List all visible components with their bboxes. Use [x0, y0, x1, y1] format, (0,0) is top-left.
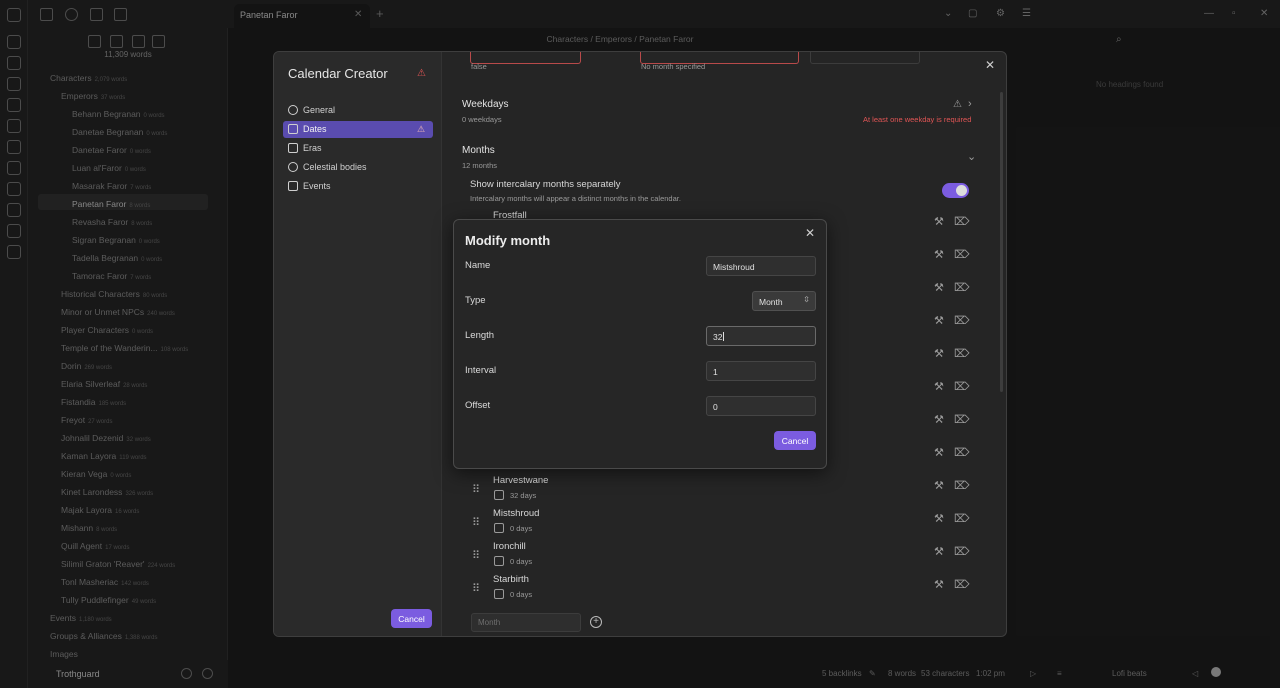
close-icon[interactable]: ✕ [805, 226, 815, 240]
length-input[interactable]: 32 [706, 326, 816, 346]
name-label: Name [465, 260, 491, 271]
calendar-icon [494, 490, 504, 500]
drag-handle-icon[interactable]: ⠿ [472, 582, 480, 595]
month-name: Mistshroud [493, 508, 540, 519]
text-caret [723, 332, 725, 341]
month-days: 32 days [510, 491, 537, 500]
month-name: Ironchill [493, 541, 526, 552]
wrench-icon[interactable]: ⚒ [934, 215, 944, 228]
type-select-value: Month [759, 297, 783, 307]
trash-icon[interactable]: ⌦ [954, 578, 970, 591]
nav-events[interactable]: Events [283, 178, 433, 195]
intercalary-toggle[interactable] [942, 183, 969, 198]
length-label: Length [465, 330, 495, 341]
calendar-events-icon [288, 181, 298, 191]
close-icon[interactable]: ✕ [985, 58, 995, 72]
type-select[interactable]: Month ⇳ [752, 291, 816, 311]
month-days: 0 days [510, 524, 533, 533]
months-title: Months [462, 145, 495, 156]
weekdays-count: 0 weekdays [462, 115, 502, 124]
nav-label: Dates [303, 124, 327, 134]
trash-icon[interactable]: ⌦ [954, 215, 970, 228]
new-month-input[interactable]: Month [471, 613, 581, 632]
wrench-icon[interactable]: ⚒ [934, 479, 944, 492]
trash-icon[interactable]: ⌦ [954, 512, 970, 525]
calendar-icon [494, 523, 504, 533]
calendar-icon [494, 556, 504, 566]
scrollbar[interactable] [1000, 92, 1003, 392]
modal-title: Calendar Creator [288, 66, 388, 81]
add-month-icon[interactable]: + [590, 616, 602, 628]
chevron-down-icon[interactable]: ⌄ [967, 150, 976, 163]
trash-icon[interactable]: ⌦ [954, 281, 970, 294]
type-label: Type [465, 295, 486, 306]
trash-icon[interactable]: ⌦ [954, 479, 970, 492]
drag-handle-icon[interactable]: ⠿ [472, 516, 480, 529]
wrench-icon[interactable]: ⚒ [934, 545, 944, 558]
drag-handle-icon[interactable]: ⠿ [472, 549, 480, 562]
trash-icon[interactable]: ⌦ [954, 446, 970, 459]
weekdays-title: Weekdays [462, 99, 509, 110]
moon-icon [288, 162, 298, 172]
weekday-warning: At least one weekday is required [863, 115, 972, 124]
name-input[interactable]: Mistshroud [706, 256, 816, 276]
calendar-creator-nav-pane: Calendar Creator ⚠ General Dates ⚠ Eras … [274, 52, 442, 636]
calendar-icon [288, 124, 298, 134]
nav-label: Eras [303, 143, 322, 153]
warning-icon: ⚠ [953, 99, 962, 110]
trash-icon[interactable]: ⌦ [954, 413, 970, 426]
top-field-right-value: No month specified [641, 62, 706, 71]
trash-icon[interactable]: ⌦ [954, 380, 970, 393]
nav-celestial-bodies[interactable]: Celestial bodies [283, 159, 433, 176]
intercalary-label: Show intercalary months separately [470, 179, 621, 190]
modify-month-dialog: Modify month ✕ Name Mistshroud Type Mont… [453, 219, 827, 469]
trash-icon[interactable]: ⌦ [954, 545, 970, 558]
offset-label: Offset [465, 400, 491, 411]
nav-dates[interactable]: Dates ⚠ [283, 121, 433, 138]
calendar-icon [494, 589, 504, 599]
info-icon [288, 105, 298, 115]
nav-label: General [303, 105, 336, 115]
intercalary-description: Intercalary months will appear a distinc… [470, 194, 681, 203]
cancel-button[interactable]: Cancel [774, 431, 816, 450]
wrench-icon[interactable]: ⚒ [934, 281, 944, 294]
offset-input[interactable]: 0 [706, 396, 816, 416]
nav-general[interactable]: General [283, 102, 433, 119]
wrench-icon[interactable]: ⚒ [934, 314, 944, 327]
length-value: 32 [713, 332, 723, 342]
top-field-third[interactable] [810, 52, 920, 64]
nav-label: Celestial bodies [303, 162, 367, 172]
wrench-icon[interactable]: ⚒ [934, 578, 944, 591]
wrench-icon[interactable]: ⚒ [934, 380, 944, 393]
warning-icon: ⚠ [417, 124, 426, 134]
trash-icon[interactable]: ⌦ [954, 347, 970, 360]
month-name: Harvestwane [493, 475, 549, 486]
wrench-icon[interactable]: ⚒ [934, 413, 944, 426]
nav-label: Events [303, 181, 331, 191]
toggle-knob [956, 185, 967, 196]
interval-input[interactable]: 1 [706, 361, 816, 381]
month-name: Starbirth [493, 574, 529, 585]
cancel-button[interactable]: Cancel [391, 609, 432, 628]
wrench-icon[interactable]: ⚒ [934, 512, 944, 525]
chevron-right-icon[interactable]: › [968, 98, 972, 110]
interval-label: Interval [465, 365, 497, 376]
drag-handle-icon[interactable]: ⠿ [472, 483, 480, 496]
wrench-icon[interactable]: ⚒ [934, 248, 944, 261]
dialog-title: Modify month [465, 233, 551, 248]
months-count: 12 months [462, 161, 498, 170]
trash-icon[interactable]: ⌦ [954, 314, 970, 327]
wrench-icon[interactable]: ⚒ [934, 446, 944, 459]
month-days: 0 days [510, 590, 533, 599]
nav-eras[interactable]: Eras [283, 140, 433, 157]
updown-chevron-icon: ⇳ [803, 295, 810, 304]
month-days: 0 days [510, 557, 533, 566]
hourglass-icon [288, 143, 298, 153]
trash-icon[interactable]: ⌦ [954, 248, 970, 261]
warning-icon: ⚠ [417, 68, 426, 79]
top-field-left-value: false [471, 62, 487, 71]
wrench-icon[interactable]: ⚒ [934, 347, 944, 360]
